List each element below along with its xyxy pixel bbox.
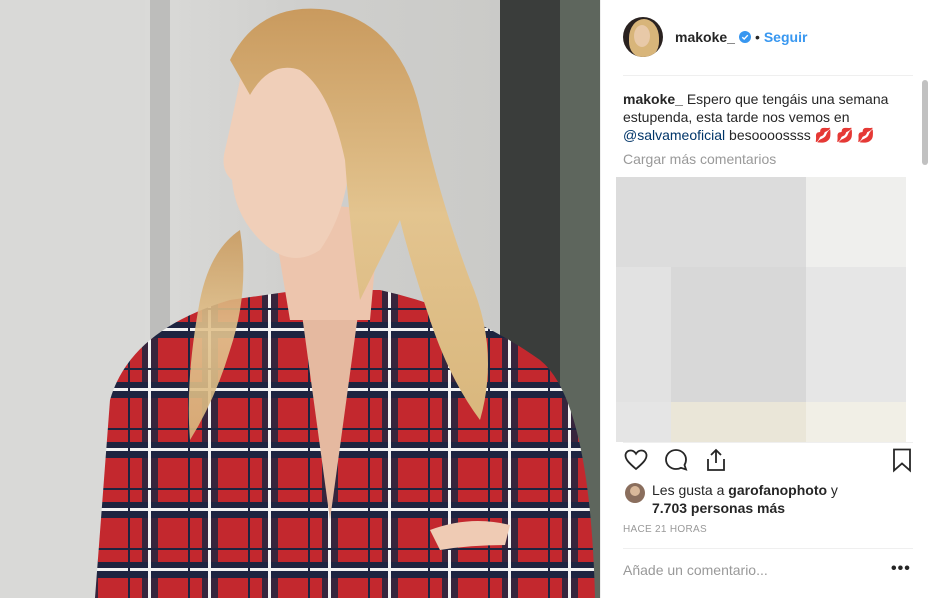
- actions-divider: [623, 442, 913, 443]
- caption-text-part-2: besoooossss: [725, 127, 815, 143]
- post-timestamp[interactable]: HACE 21 HORAS: [623, 524, 707, 535]
- comment-divider: [623, 548, 913, 549]
- post-photo[interactable]: [0, 0, 600, 598]
- share-icon[interactable]: [703, 447, 729, 473]
- likes-count-link[interactable]: 7.703 personas más: [652, 500, 785, 516]
- blur-tile: [806, 402, 906, 442]
- comment-icon[interactable]: [663, 447, 689, 473]
- caption-emojis: 💋 💋 💋: [814, 127, 875, 143]
- blur-tile: [671, 267, 806, 402]
- comment-input[interactable]: Añade un comentario...: [623, 562, 768, 578]
- post-header: makoke_ • Seguir: [623, 16, 807, 58]
- blur-tile: [806, 177, 906, 267]
- blurred-comments-area: [616, 177, 906, 442]
- bookmark-icon[interactable]: [889, 447, 915, 473]
- follow-button[interactable]: Seguir: [764, 29, 808, 45]
- post-actions-bar: [623, 447, 913, 475]
- blur-tile: [616, 177, 806, 267]
- separator-dot: •: [754, 29, 760, 45]
- likes-text: Les gusta a garofanophoto y 7.703 person…: [652, 481, 913, 517]
- liker-avatar[interactable]: [625, 483, 645, 503]
- blur-tile: [806, 267, 906, 402]
- scrollbar-thumb[interactable]: [922, 80, 928, 165]
- load-more-comments-link[interactable]: Cargar más comentarios: [623, 151, 776, 167]
- comments-scrollbar[interactable]: [921, 80, 929, 440]
- likes-summary: Les gusta a garofanophoto y 7.703 person…: [623, 481, 913, 517]
- avatar-face-shape: [634, 25, 650, 47]
- post-username[interactable]: makoke_: [675, 29, 735, 45]
- verified-badge-icon: [738, 31, 751, 43]
- caption-mention-link[interactable]: @salvameoficial: [623, 127, 725, 143]
- post-photo-illustration: [0, 0, 600, 598]
- liker-username[interactable]: garofanophoto: [728, 482, 827, 498]
- post-caption: makoke_ Espero que tengáis una semana es…: [623, 90, 908, 144]
- header-divider: [623, 75, 913, 76]
- post-detail-panel: makoke_ • Seguir makoke_ Espero que teng…: [600, 0, 935, 598]
- more-options-icon[interactable]: •••: [891, 560, 911, 578]
- caption-username[interactable]: makoke_: [623, 91, 683, 107]
- heart-icon[interactable]: [623, 447, 649, 473]
- blur-tile: [616, 402, 671, 442]
- likes-middle: y: [827, 482, 838, 498]
- blur-tile: [671, 402, 806, 442]
- user-avatar[interactable]: [623, 17, 663, 57]
- blur-tile: [616, 267, 671, 402]
- likes-prefix: Les gusta a: [652, 482, 729, 498]
